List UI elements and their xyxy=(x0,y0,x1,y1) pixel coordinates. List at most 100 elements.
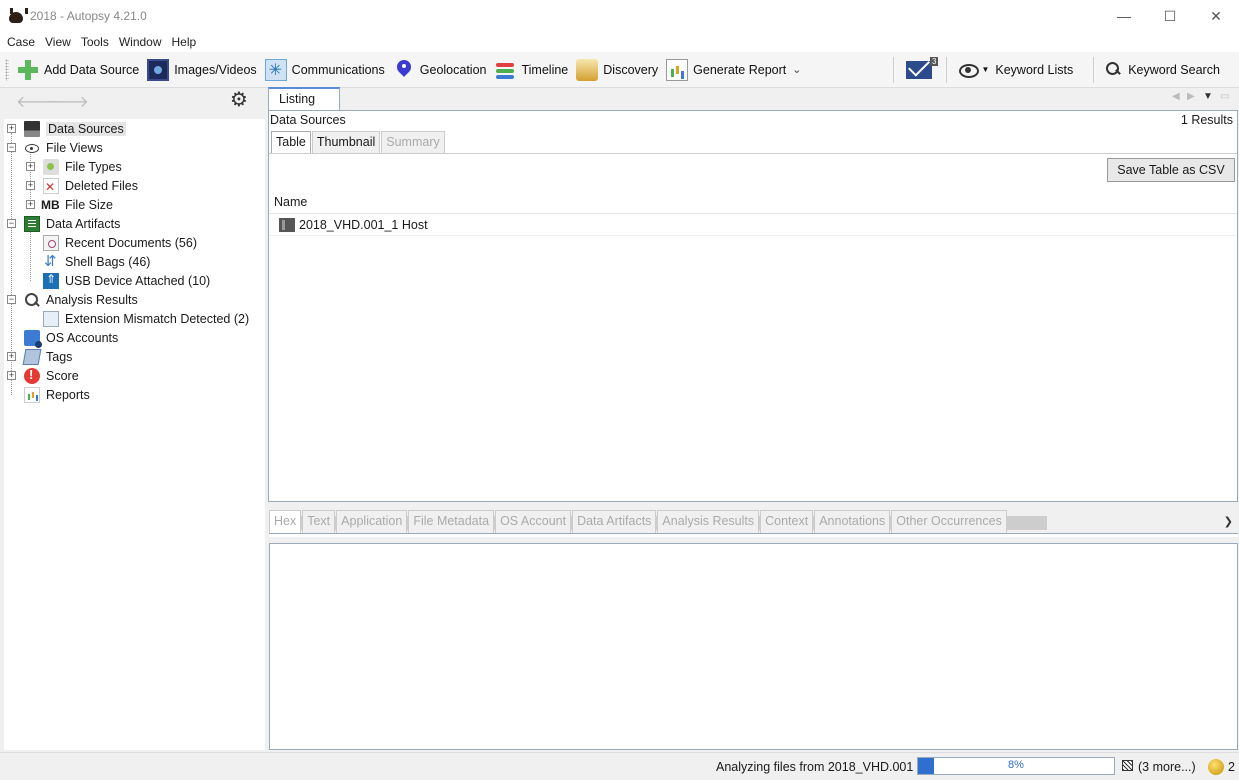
tree-item-recent-documents[interactable]: Recent Documents (56) xyxy=(23,233,197,252)
table-row[interactable]: 2018_VHD.001_1 Host xyxy=(269,214,1237,236)
tab-context[interactable]: Context xyxy=(760,510,814,534)
tree-label: OS Accounts xyxy=(46,330,119,345)
more-tasks-link[interactable]: (3 more...) xyxy=(1138,760,1196,774)
images-videos-icon xyxy=(147,58,170,81)
keyword-search-label: Keyword Search xyxy=(1128,62,1220,77)
timeline-icon xyxy=(494,59,516,81)
expand-icon[interactable]: + xyxy=(26,200,35,209)
magnifier-icon xyxy=(24,292,40,308)
tasks-icon[interactable] xyxy=(1122,760,1133,771)
collapse-icon[interactable]: − xyxy=(7,295,16,304)
toolbar-grip[interactable] xyxy=(5,58,9,81)
tree-item-file-types[interactable]: + File Types xyxy=(23,157,122,176)
menu-case[interactable]: Case xyxy=(2,35,40,49)
images-videos-button[interactable]: Images/Videos xyxy=(143,55,260,85)
timeline-button[interactable]: Timeline xyxy=(490,55,572,85)
scroll-right-icon[interactable]: ❯ xyxy=(1224,515,1233,528)
collapse-icon[interactable]: − xyxy=(7,143,16,152)
tree-label: Tags xyxy=(46,349,73,364)
add-data-source-button[interactable]: Add Data Source xyxy=(13,55,143,85)
tab-file-metadata[interactable]: File Metadata xyxy=(408,510,495,534)
tree-item-data-sources[interactable]: + Data Sources xyxy=(4,119,126,138)
caret-down-icon: ▼ xyxy=(981,65,990,74)
tab-menu-icon[interactable]: ▼ xyxy=(1203,91,1213,102)
tab-table[interactable]: Table xyxy=(271,131,311,153)
tab-scroll-left-icon[interactable]: ◀ xyxy=(1172,91,1180,102)
eye-icon xyxy=(959,63,980,78)
communications-button[interactable]: Communications xyxy=(261,55,389,85)
expand-icon[interactable]: + xyxy=(7,124,16,133)
close-button[interactable]: ✕ xyxy=(1193,0,1239,32)
column-header-name[interactable]: Name xyxy=(269,192,1237,214)
tree-item-os-accounts[interactable]: OS Accounts xyxy=(4,328,119,348)
tree-item-shell-bags[interactable]: Shell Bags (46) xyxy=(23,252,150,271)
tag-icon xyxy=(22,348,42,365)
tab-os-account[interactable]: OS Account xyxy=(495,510,572,534)
tab-data-artifacts[interactable]: Data Artifacts xyxy=(572,510,657,534)
expand-icon[interactable]: + xyxy=(26,162,35,171)
forward-arrow-icon[interactable]: 🡒 xyxy=(46,93,89,113)
expand-icon[interactable]: + xyxy=(7,371,16,380)
discovery-label: Discovery xyxy=(603,62,659,77)
toolbar-separator xyxy=(946,56,948,83)
generate-report-label: Generate Report xyxy=(693,62,787,77)
tab-hex[interactable]: Hex xyxy=(269,510,302,534)
tree-label: Recent Documents (56) xyxy=(65,235,198,250)
tree-item-file-size[interactable]: + MB File Size xyxy=(23,195,113,214)
menu-help[interactable]: Help xyxy=(167,35,202,49)
directory-tree: + Data Sources − File Views + File Types… xyxy=(4,119,265,750)
result-section-title: Data Sources xyxy=(270,113,346,127)
autopsy-logo-icon xyxy=(8,8,28,24)
save-table-csv-button[interactable]: Save Table as CSV xyxy=(1107,158,1235,182)
back-arrow-icon[interactable]: 🡐 xyxy=(16,93,59,113)
tab-listing[interactable]: Listing xyxy=(268,87,340,110)
communications-icon xyxy=(264,58,287,81)
tree-item-reports[interactable]: Reports xyxy=(4,385,90,404)
ingest-progress-bar[interactable]: 8% xyxy=(917,757,1115,775)
tab-scroll-right-icon[interactable]: ▶ xyxy=(1187,91,1195,102)
tab-other-occurrences[interactable]: Other Occurrences xyxy=(891,510,1007,534)
menu-tools[interactable]: Tools xyxy=(76,35,114,49)
tree-item-analysis-results[interactable]: − Analysis Results xyxy=(4,290,138,309)
menu-window[interactable]: Window xyxy=(114,35,167,49)
tree-item-tags[interactable]: + Tags xyxy=(4,347,72,366)
geolocation-button[interactable]: Geolocation xyxy=(389,55,491,85)
tree-label: File Types xyxy=(65,159,122,174)
tab-application[interactable]: Application xyxy=(336,510,408,534)
gear-icon[interactable]: ⚙ xyxy=(228,89,250,111)
notification-icon[interactable] xyxy=(1208,759,1224,775)
tree-item-data-artifacts[interactable]: − Data Artifacts xyxy=(4,214,120,233)
eye-icon xyxy=(24,140,40,156)
deleted-file-icon xyxy=(43,177,59,194)
content-viewer[interactable] xyxy=(269,543,1238,750)
tree-item-extension-mismatch[interactable]: Extension Mismatch Detected (2) xyxy=(23,309,249,328)
tree-label: Score xyxy=(46,368,79,383)
maximize-button[interactable]: ☐ xyxy=(1147,0,1193,32)
generate-report-button[interactable]: Generate Report ⌄ xyxy=(662,55,805,85)
expand-icon[interactable]: + xyxy=(26,181,35,190)
collapse-icon[interactable]: − xyxy=(7,219,16,228)
tree-item-deleted-files[interactable]: + Deleted Files xyxy=(23,176,138,195)
menu-view[interactable]: View xyxy=(40,35,76,49)
search-icon xyxy=(1106,61,1122,78)
tab-summary: Summary xyxy=(381,131,445,153)
minimize-button[interactable]: — xyxy=(1101,0,1147,32)
tab-analysis-results[interactable]: Analysis Results xyxy=(657,510,760,534)
tab-thumbnail[interactable]: Thumbnail xyxy=(311,131,381,153)
tree-item-file-views[interactable]: − File Views xyxy=(4,138,103,157)
inbox-button[interactable]: 3 xyxy=(902,55,939,85)
tab-annotations[interactable]: Annotations xyxy=(814,510,891,534)
keyword-lists-button[interactable]: ▼ Keyword Lists xyxy=(955,55,1077,85)
tree-item-usb-device[interactable]: USB Device Attached (10) xyxy=(23,271,210,290)
tab-text[interactable]: Text xyxy=(302,510,336,534)
expand-icon[interactable]: + xyxy=(7,352,16,361)
keyword-search-button[interactable]: Keyword Search xyxy=(1102,55,1224,85)
tree-label: Reports xyxy=(46,387,90,402)
shell-bags-icon xyxy=(43,252,59,270)
tab-divider xyxy=(269,533,1238,537)
artifacts-icon xyxy=(24,215,40,232)
tree-item-score[interactable]: + Score xyxy=(4,366,79,385)
maximize-panel-icon[interactable]: ▭ xyxy=(1220,91,1229,102)
discovery-button[interactable]: Discovery xyxy=(572,55,662,85)
tree-label: Shell Bags (46) xyxy=(65,254,151,269)
